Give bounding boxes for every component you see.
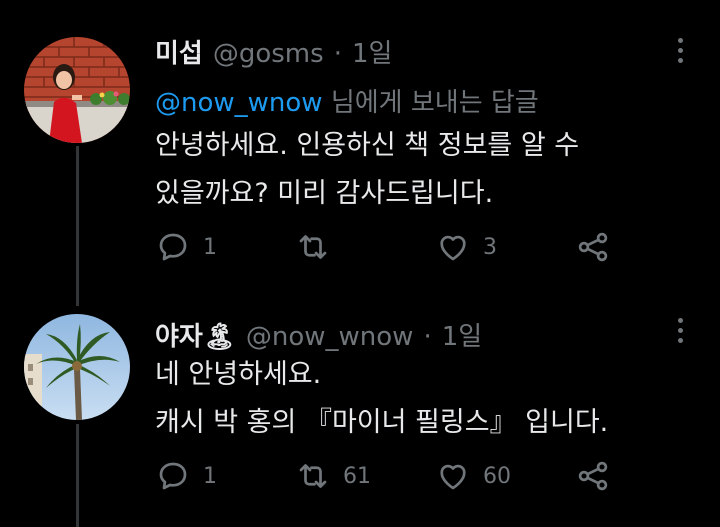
tweet-text: 네 안녕하세요. 캐시 박 홍의 『마이너 필링스』 입니다. xyxy=(155,351,608,447)
like-icon xyxy=(440,235,466,261)
retweet-count: 61 xyxy=(343,463,371,489)
separator-dot: · xyxy=(333,39,342,69)
replying-to: @now_wnow 님에게 보내는 답글 xyxy=(155,82,539,119)
user-handle[interactable]: @gosms xyxy=(213,39,324,69)
retweet-icon xyxy=(299,235,327,259)
reply-icon xyxy=(159,233,187,261)
share-button[interactable] xyxy=(575,458,611,494)
avatar[interactable] xyxy=(24,314,130,420)
share-button[interactable] xyxy=(575,229,611,265)
user-handle[interactable]: @now_wnow xyxy=(246,322,414,352)
reply-count: 1 xyxy=(203,463,217,489)
share-icon xyxy=(578,232,608,262)
more-icon[interactable] xyxy=(672,318,688,343)
display-name[interactable]: 야자🏝 xyxy=(155,316,236,353)
tweet-text-line: 캐시 박 홍의 『마이너 필링스』 입니다. xyxy=(155,407,609,438)
action-bar: 1 61 60 xyxy=(155,458,625,498)
tweet-now-wnow[interactable]: 야자🏝 @now_wnow · 1일 네 안녕하세요. 캐시 박 홍의 『마이너… xyxy=(0,300,720,527)
more-icon[interactable] xyxy=(672,38,688,63)
reply-count: 1 xyxy=(203,234,217,260)
tweet-header: 미섭 @gosms · 1일 xyxy=(155,33,392,70)
like-button[interactable]: 60 xyxy=(435,458,511,494)
island-emoji-icon: 🏝 xyxy=(202,322,236,352)
reply-icon xyxy=(159,462,187,490)
reply-button[interactable]: 1 xyxy=(155,458,217,494)
timestamp[interactable]: 1일 xyxy=(352,33,392,70)
separator-dot: · xyxy=(423,322,432,352)
retweet-button[interactable] xyxy=(295,229,343,265)
display-name[interactable]: 미섭 xyxy=(155,33,203,70)
like-button[interactable]: 3 xyxy=(435,229,497,265)
reply-button[interactable]: 1 xyxy=(155,229,217,265)
mention-link[interactable]: @now_wnow xyxy=(155,88,323,118)
action-bar: 1 3 xyxy=(155,229,625,269)
like-count: 3 xyxy=(483,234,497,260)
tweet-text: 안녕하세요. 인용하신 책 정보를 알 수 있을까요? 미리 감사드립니다. xyxy=(155,122,579,218)
timestamp[interactable]: 1일 xyxy=(442,316,482,353)
tweet-header: 야자🏝 @now_wnow · 1일 xyxy=(155,316,482,353)
tweet-gosms[interactable]: 미섭 @gosms · 1일 @now_wnow 님에게 보내는 답글 안녕하세… xyxy=(0,0,720,300)
like-icon xyxy=(440,464,466,490)
retweet-button[interactable]: 61 xyxy=(295,458,371,494)
share-icon xyxy=(578,461,608,491)
reply-to-label: 님에게 보내는 답글 xyxy=(322,88,539,118)
tweet-text-line: 있을까요? 미리 감사드립니다. xyxy=(155,178,494,209)
tweet-text-line: 안녕하세요. 인용하신 책 정보를 알 수 xyxy=(155,130,580,161)
tweet-text-line: 네 안녕하세요. xyxy=(155,359,322,390)
like-count: 60 xyxy=(483,463,511,489)
retweet-icon xyxy=(299,464,327,488)
avatar[interactable] xyxy=(24,37,130,143)
